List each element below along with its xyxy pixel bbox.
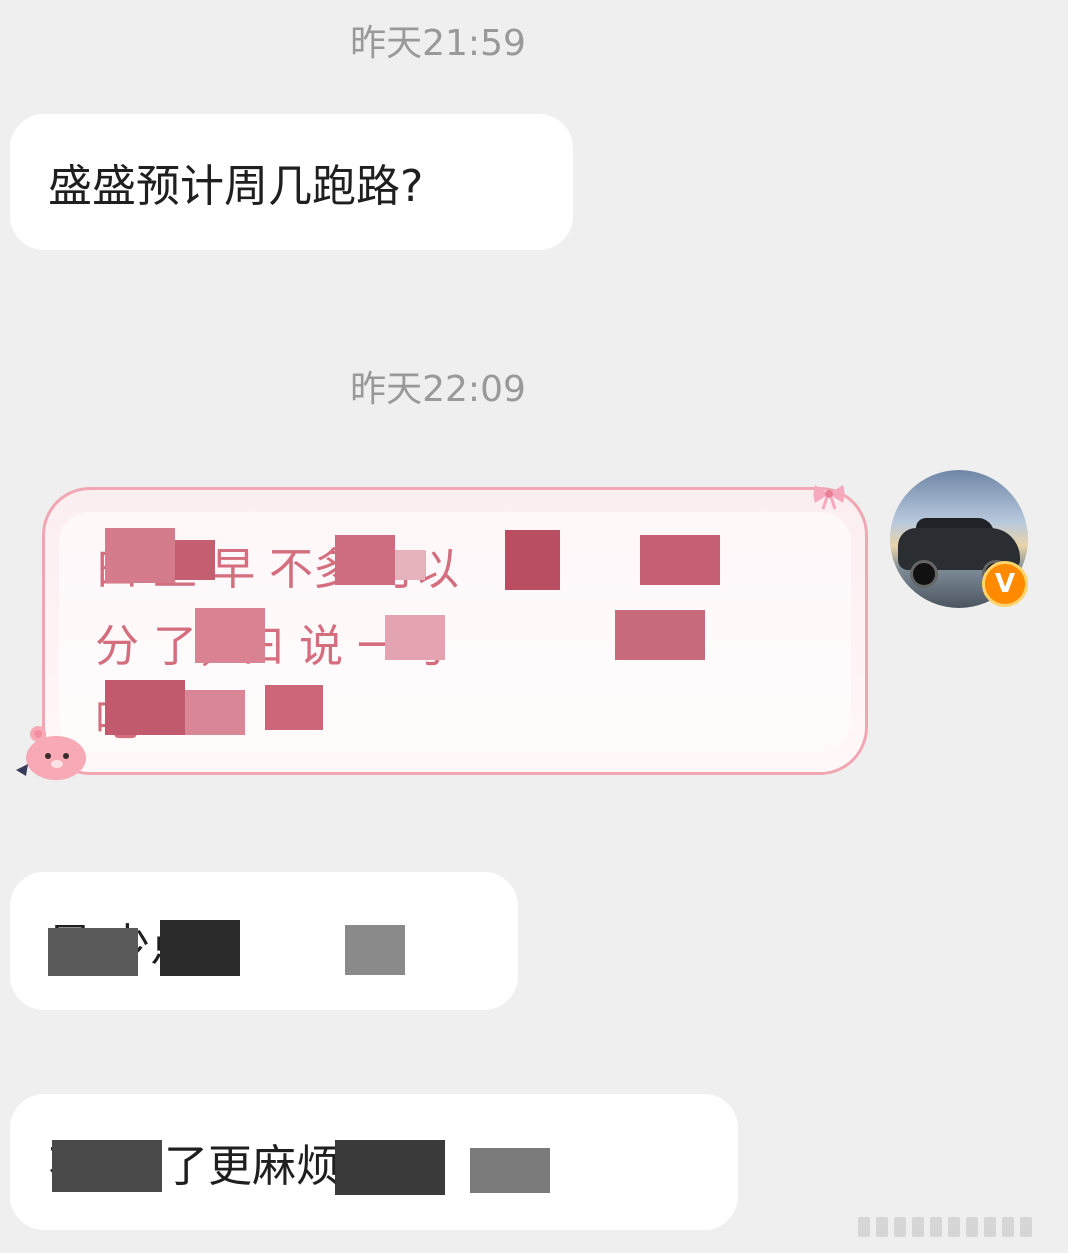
message-text: 盛盛预计周几跑路? [48, 161, 424, 212]
mosaic-block [395, 550, 425, 580]
mosaic-block [175, 540, 215, 580]
mosaic-block [195, 608, 265, 663]
outgoing-message-bubble[interactable]: 曰 上 早 不多 可以 分 了，曰 说 一句 吧 [42, 487, 868, 775]
timestamp: 昨天21:59 [350, 23, 526, 64]
timestamp: 昨天22:09 [350, 369, 526, 410]
car-wheel [910, 560, 938, 588]
pink-bow-icon [813, 485, 845, 510]
mosaic-block [52, 1140, 162, 1192]
mosaic-block [640, 535, 720, 585]
mosaic-block [185, 690, 245, 735]
mosaic-block [335, 1140, 445, 1195]
mosaic-block [48, 928, 138, 976]
mosaic-block [345, 925, 405, 975]
verified-badge-icon: V [982, 561, 1028, 607]
incoming-message-bubble[interactable]: 盛盛预计周几跑路? [10, 114, 573, 250]
mosaic-block [335, 535, 395, 585]
mosaic-block [385, 615, 445, 660]
mosaic-block [505, 530, 560, 590]
mosaic-block [105, 528, 175, 583]
mosaic-block [470, 1148, 550, 1193]
mosaic-block [105, 680, 185, 735]
watermark [858, 1212, 1058, 1242]
mosaic-block [615, 610, 705, 660]
mosaic-block [160, 920, 240, 976]
pink-bear-icon [16, 726, 86, 780]
mosaic-block [265, 685, 323, 730]
